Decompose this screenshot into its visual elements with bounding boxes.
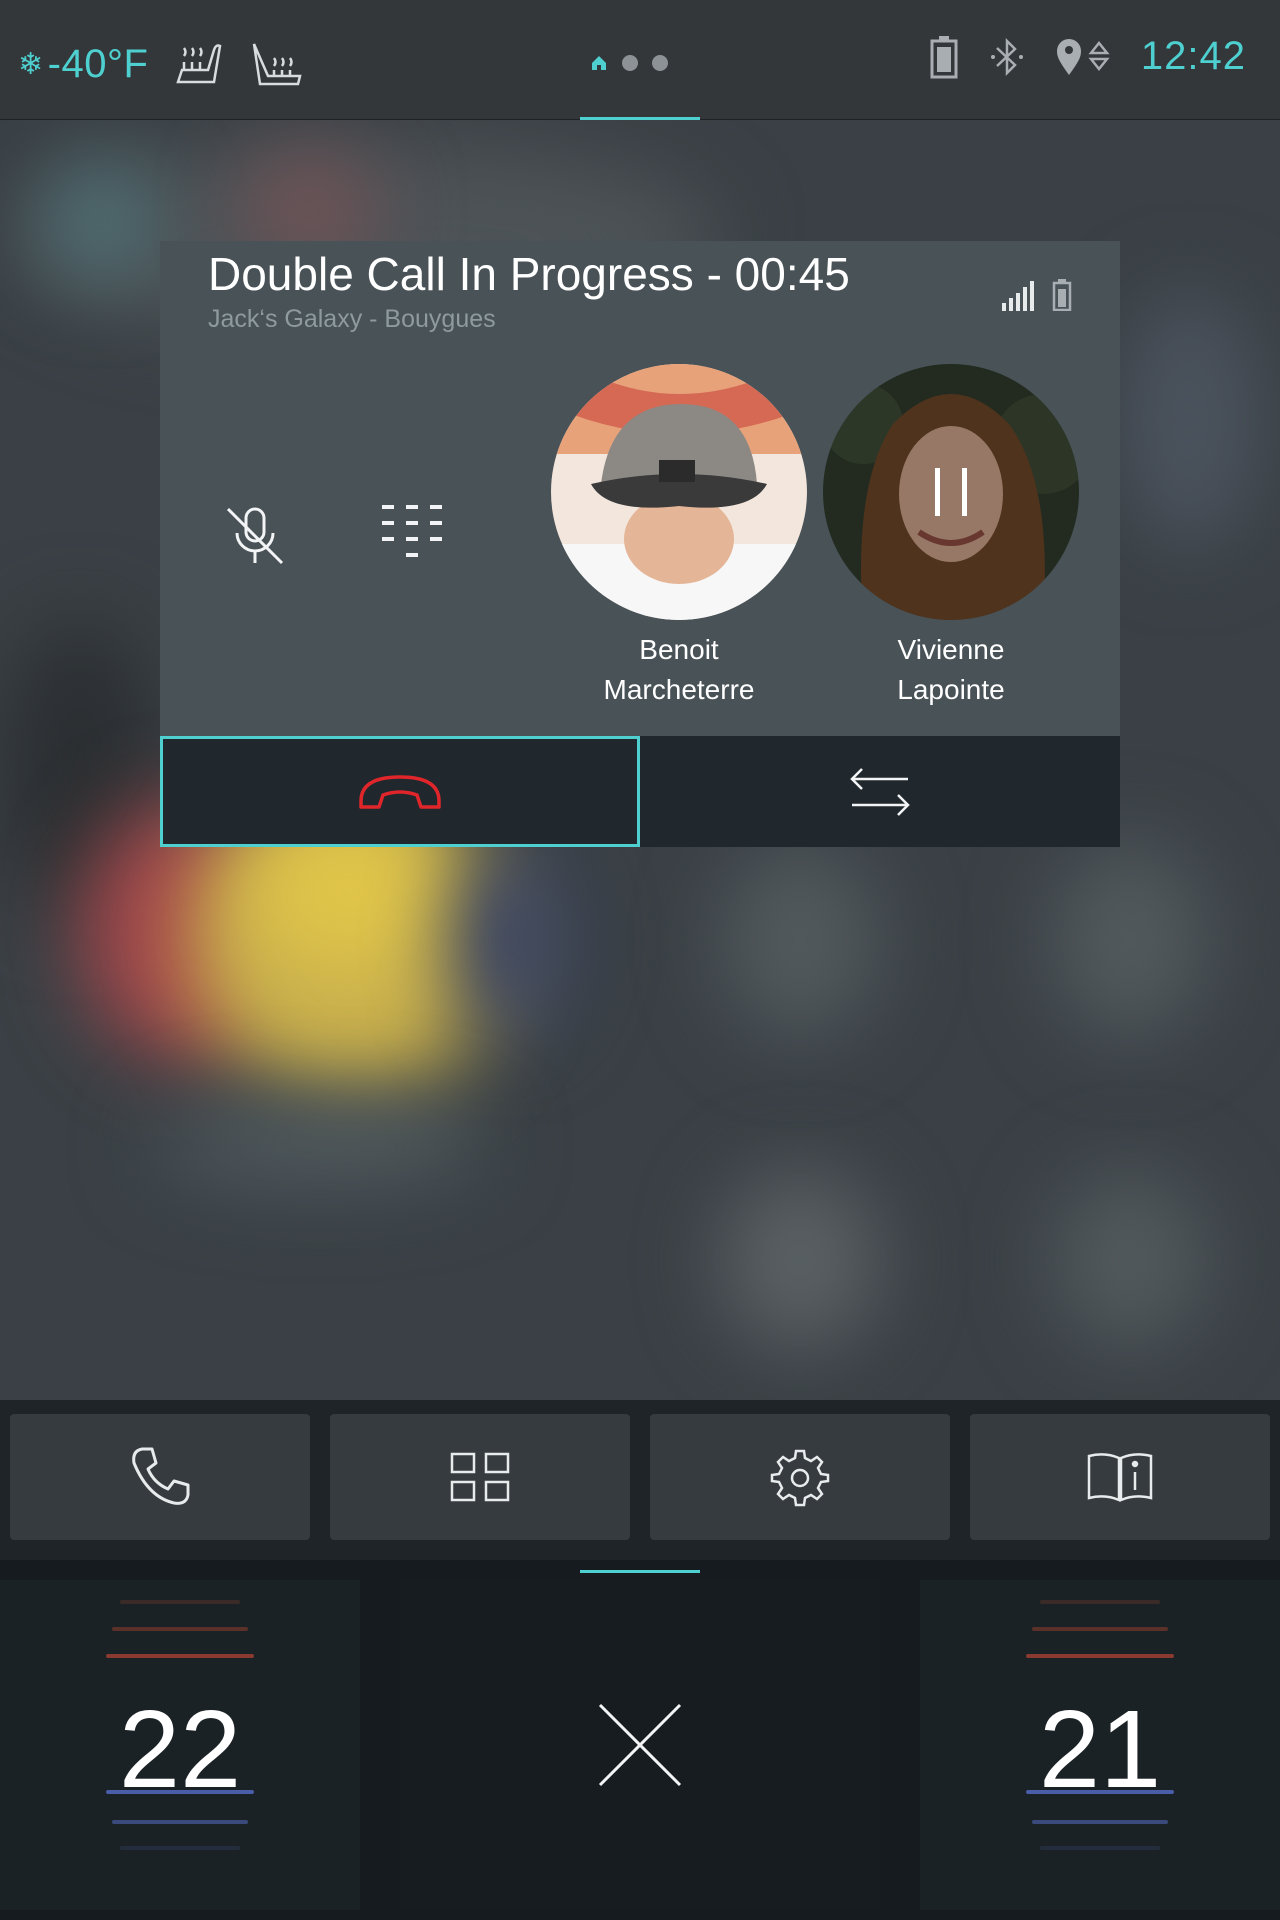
page-dot-3[interactable] [652,55,668,71]
dock-phone-button[interactable] [10,1414,310,1540]
heat-level-bar [112,1627,248,1631]
heat-level-bar [1032,1627,1168,1631]
gear-icon [770,1449,830,1507]
climate-bar: 22 21 [0,1560,1280,1920]
caller-last-name: Marcheterre [603,674,755,705]
caller-on-hold[interactable]: Vivienne Lapointe [823,364,1079,710]
page-dot-2[interactable] [622,55,638,71]
seat-heat-icon[interactable] [170,36,226,92]
caller-photo [551,364,807,620]
app-dock [0,1400,1280,1560]
heat-level-bar [1026,1654,1174,1658]
page-indicator[interactable] [590,54,668,72]
keypad-icon [382,505,442,557]
keypad-button[interactable] [368,491,458,581]
book-info-icon [1087,1453,1153,1502]
outside-temp-value: -40°F [47,41,149,86]
avatar [823,364,1079,620]
cool-level-bar [1040,1846,1160,1850]
status-left: ❄ -40°F [18,36,304,92]
hang-up-icon [359,774,441,809]
outside-temperature: ❄ -40°F [18,42,148,87]
call-card: Double Call In Progress - 00:45 Jack‘s G… [160,241,1120,847]
call-subtitle: Jack‘s Galaxy - Bouygues [208,305,496,333]
dock-apps-button[interactable] [330,1414,630,1540]
home-icon[interactable] [590,54,608,72]
phone-status [1002,279,1072,311]
pause-icon [935,468,967,516]
phone-battery-icon [1052,279,1072,311]
snowflake-icon: ❄ [18,47,44,81]
caller-first-name: Vivienne [897,634,1005,665]
left-temperature-zone[interactable]: 22 [0,1580,360,1910]
call-actions [160,736,1120,847]
seat-back-heat-icon[interactable] [248,36,304,92]
cool-level-bar [112,1820,248,1824]
heat-level-bar [1040,1600,1160,1604]
phone-icon [132,1447,190,1505]
close-climate-button[interactable] [400,1580,880,1910]
battery-icon [930,35,958,78]
bluetooth-icon [990,37,1023,76]
caller-last-name: Lapointe [897,674,1005,705]
cool-level-bar [1026,1790,1174,1794]
right-temperature-zone[interactable]: 21 [920,1580,1280,1910]
close-icon [598,1703,682,1787]
clock: 12:42 [1140,34,1246,78]
call-title: Double Call In Progress - 00:45 [208,248,850,300]
climate-active-underline [580,1570,700,1573]
mute-button[interactable] [210,491,300,581]
signal-strength-icon [1002,281,1034,311]
caller-first-name: Benoit [639,634,719,665]
apps-grid-icon [450,1452,510,1502]
dock-settings-button[interactable] [650,1414,950,1540]
end-call-button[interactable] [160,736,640,847]
status-right: 12:42 [929,34,1246,79]
caller-active[interactable]: Benoit Marcheterre [551,364,807,710]
swap-calls-button[interactable] [640,736,1120,847]
avatar [551,364,807,620]
cool-level-bar [120,1846,240,1850]
cool-level-bar [106,1790,254,1794]
dock-manual-button[interactable] [970,1414,1270,1540]
swap-arrows-icon [850,767,910,816]
status-bar: ❄ -40°F 12:42 [0,0,1280,120]
cool-level-bar [1032,1820,1168,1824]
microphone-off-icon [226,507,284,565]
heat-level-bar [106,1654,254,1658]
location-icon [1056,38,1110,75]
heat-level-bar [120,1600,240,1604]
